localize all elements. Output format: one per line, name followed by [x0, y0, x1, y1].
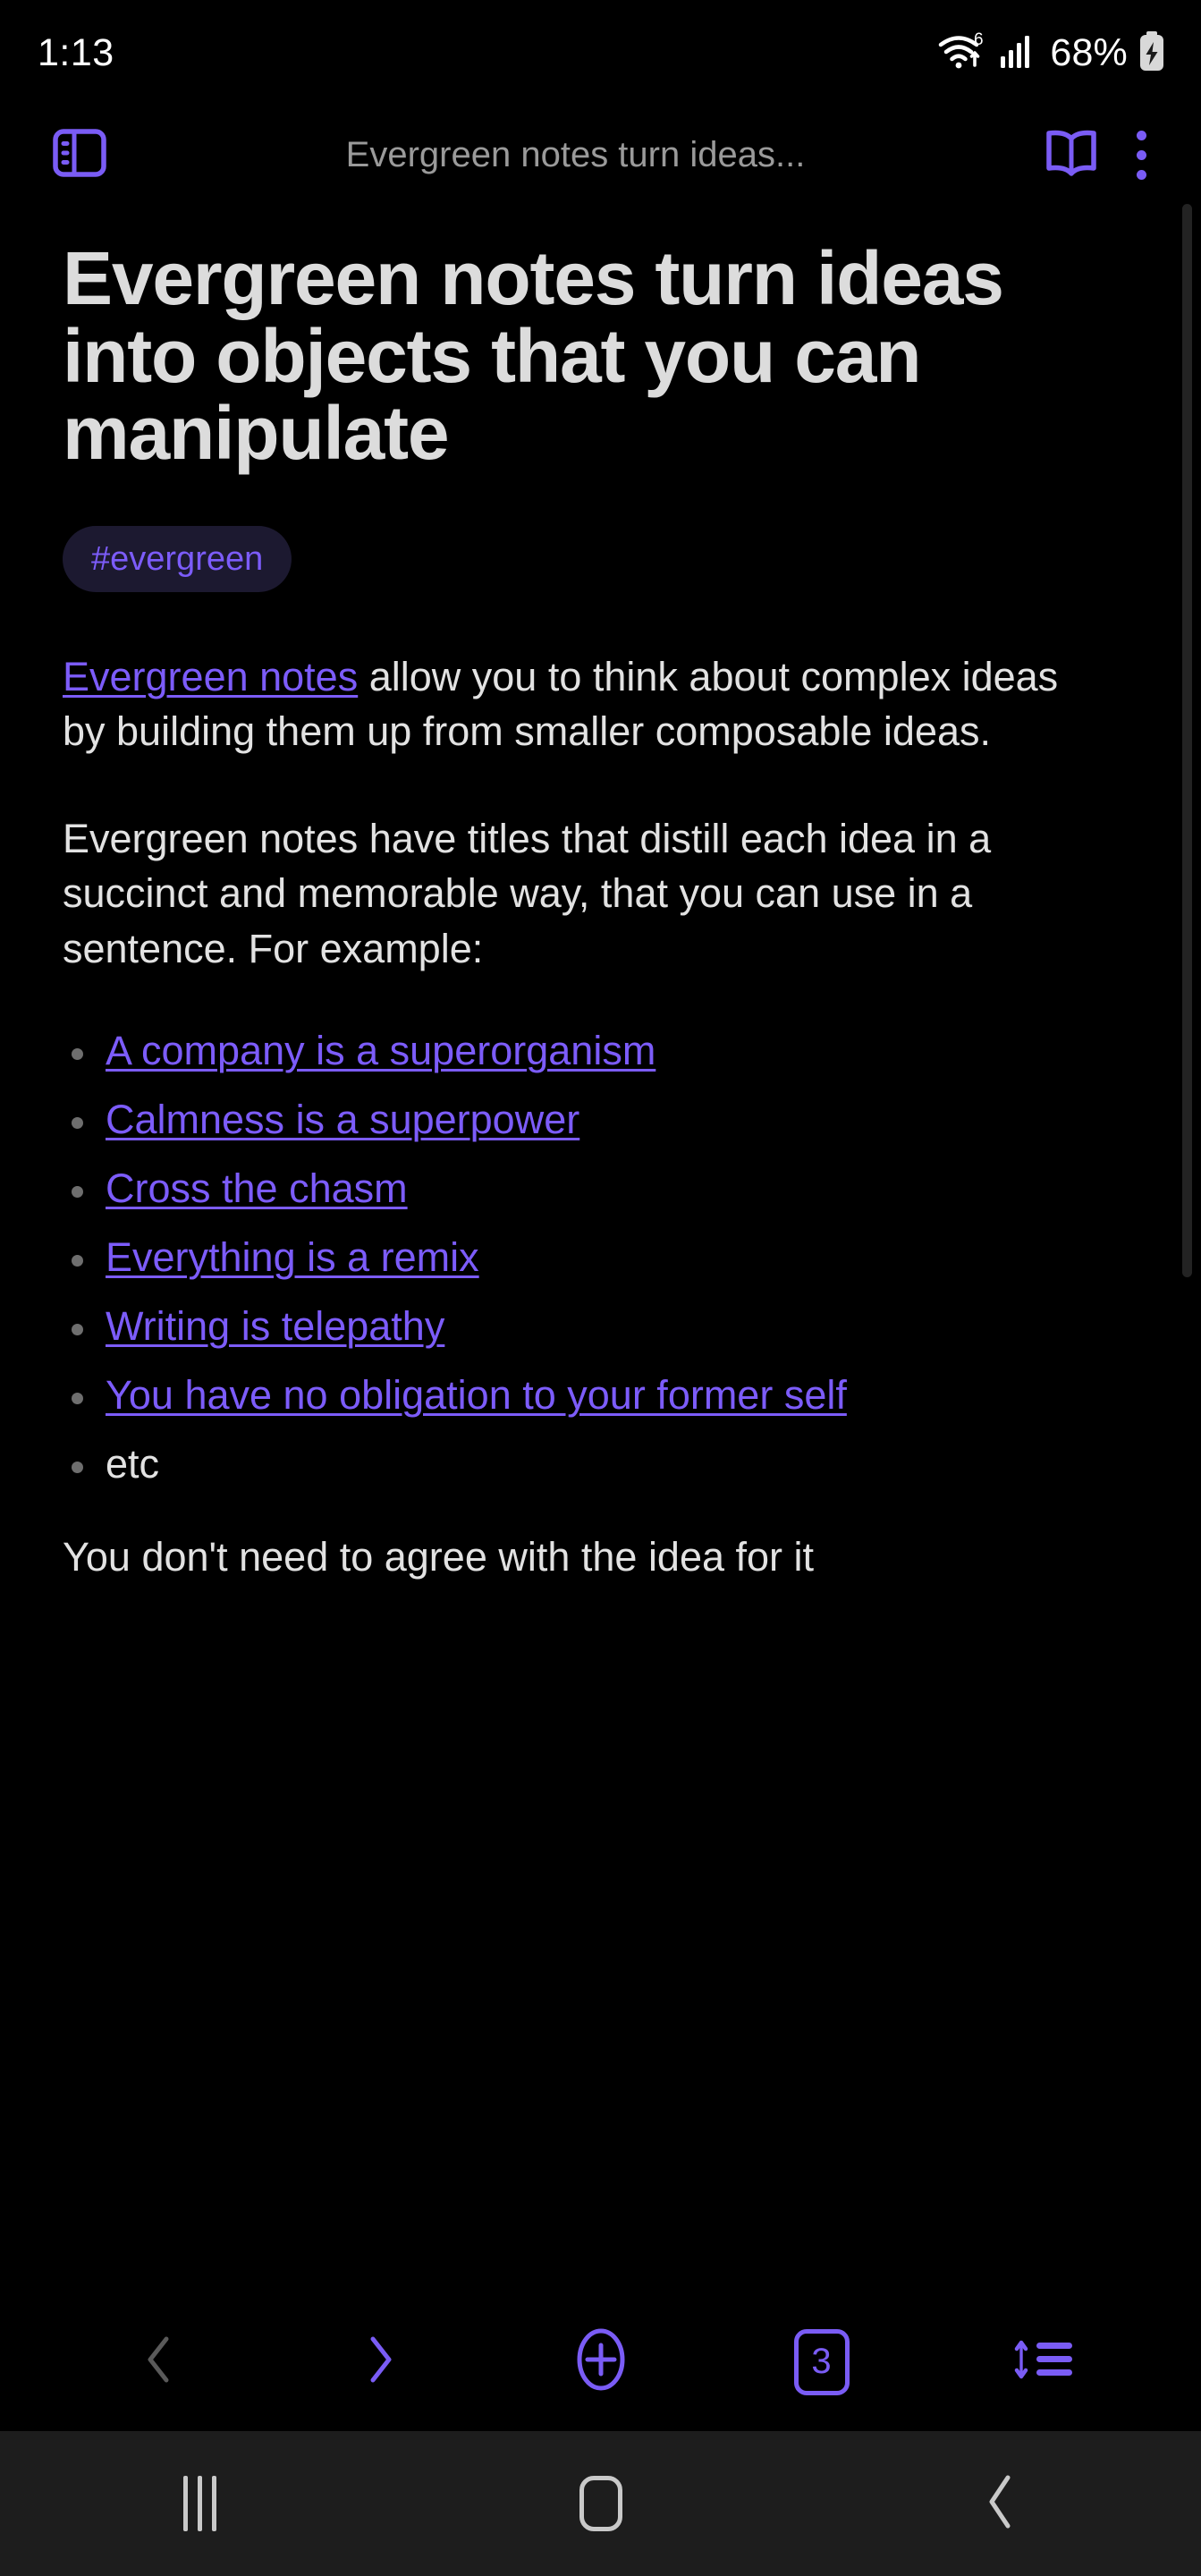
plus-circle-icon: [567, 2324, 635, 2400]
paragraph-2: Evergreen notes have titles that distill…: [63, 815, 992, 972]
status-clock: 1:13: [38, 30, 114, 74]
back-chevron-icon: [980, 2470, 1021, 2538]
system-back-button[interactable]: [800, 2470, 1201, 2538]
chevron-right-icon: [359, 2332, 401, 2392]
page-title: Evergreen notes turn ideas into objects …: [63, 236, 1004, 476]
tab-count-badge: 3: [793, 2328, 850, 2395]
link-list-item[interactable]: Writing is telepathy: [106, 1303, 444, 1349]
forward-button[interactable]: [269, 2332, 490, 2392]
status-indicators: 6 68%: [935, 30, 1167, 77]
wifi-6-icon: 6: [935, 30, 989, 77]
home-button[interactable]: [401, 2476, 801, 2531]
note-scroll-area[interactable]: Evergreen notes turn ideas into objects …: [0, 204, 1201, 2292]
chevron-left-icon: [139, 2332, 180, 2392]
list-item-label: etc: [106, 1440, 160, 1487]
overflow-menu-button[interactable]: [1110, 130, 1172, 180]
phone-screen: 1:13 6 68% Evergreen notes turn ideas...…: [0, 0, 1201, 2576]
list-item: Everything is a remix: [63, 1233, 1142, 1282]
kebab-menu-icon: [1136, 130, 1146, 180]
open-book-icon: [1043, 126, 1100, 184]
paragraph-1: Evergreen notes allow you to think about…: [63, 649, 1109, 759]
link-list-item[interactable]: Calmness is a superpower: [106, 1097, 579, 1142]
sort-list-icon: [1004, 2332, 1081, 2392]
list-item: A company is a superorganism: [63, 1027, 1142, 1075]
app-toolbar: Evergreen notes turn ideas...: [0, 106, 1201, 204]
battery-percent-label: 68%: [1050, 30, 1128, 74]
paragraph-3-partial: You don't need to agree with the idea fo…: [63, 1533, 815, 1580]
tag-chip-evergreen[interactable]: #evergreen: [63, 525, 292, 592]
reader-mode-button[interactable]: [1033, 126, 1110, 184]
status-bar: 1:13 6 68%: [0, 0, 1201, 106]
home-icon: [579, 2476, 622, 2531]
vertical-scrollbar[interactable]: [1182, 204, 1192, 1277]
recents-button[interactable]: [0, 2476, 401, 2531]
list-item: You have no obligation to your former se…: [63, 1371, 1142, 1419]
new-note-button[interactable]: [490, 2324, 711, 2400]
link-list-item[interactable]: You have no obligation to your former se…: [106, 1372, 847, 1418]
android-navigation-bar: [0, 2431, 1201, 2576]
list-item: etc: [63, 1440, 1142, 1488]
link-list-item[interactable]: Cross the chasm: [106, 1165, 408, 1211]
link-list-item[interactable]: Everything is a remix: [106, 1234, 479, 1280]
browser-toolbar: 3: [0, 2292, 1201, 2431]
list-item: Writing is telepathy: [63, 1302, 1142, 1351]
app-title[interactable]: Evergreen notes turn ideas...: [118, 135, 1033, 175]
svg-text:6: 6: [974, 30, 984, 49]
link-evergreen-notes[interactable]: Evergreen notes: [63, 654, 358, 699]
examples-list: A company is a superorganism Calmness is…: [63, 1027, 1142, 1488]
recents-icon: [183, 2476, 217, 2531]
list-item: Cross the chasm: [63, 1165, 1142, 1213]
list-item: Calmness is a superpower: [63, 1096, 1142, 1144]
tag-row: #evergreen: [63, 525, 1142, 592]
sidebar-panel-icon: [52, 125, 107, 185]
link-list-item[interactable]: A company is a superorganism: [106, 1028, 655, 1073]
battery-charging-icon: [1137, 30, 1167, 77]
sidebar-toggle-button[interactable]: [41, 125, 118, 185]
back-button[interactable]: [48, 2332, 269, 2392]
note-body: Evergreen notes turn ideas into objects …: [0, 204, 1201, 1584]
tab-switcher-button[interactable]: 3: [711, 2328, 932, 2395]
sort-menu-button[interactable]: [932, 2332, 1153, 2392]
cellular-signal-icon: [998, 31, 1034, 75]
